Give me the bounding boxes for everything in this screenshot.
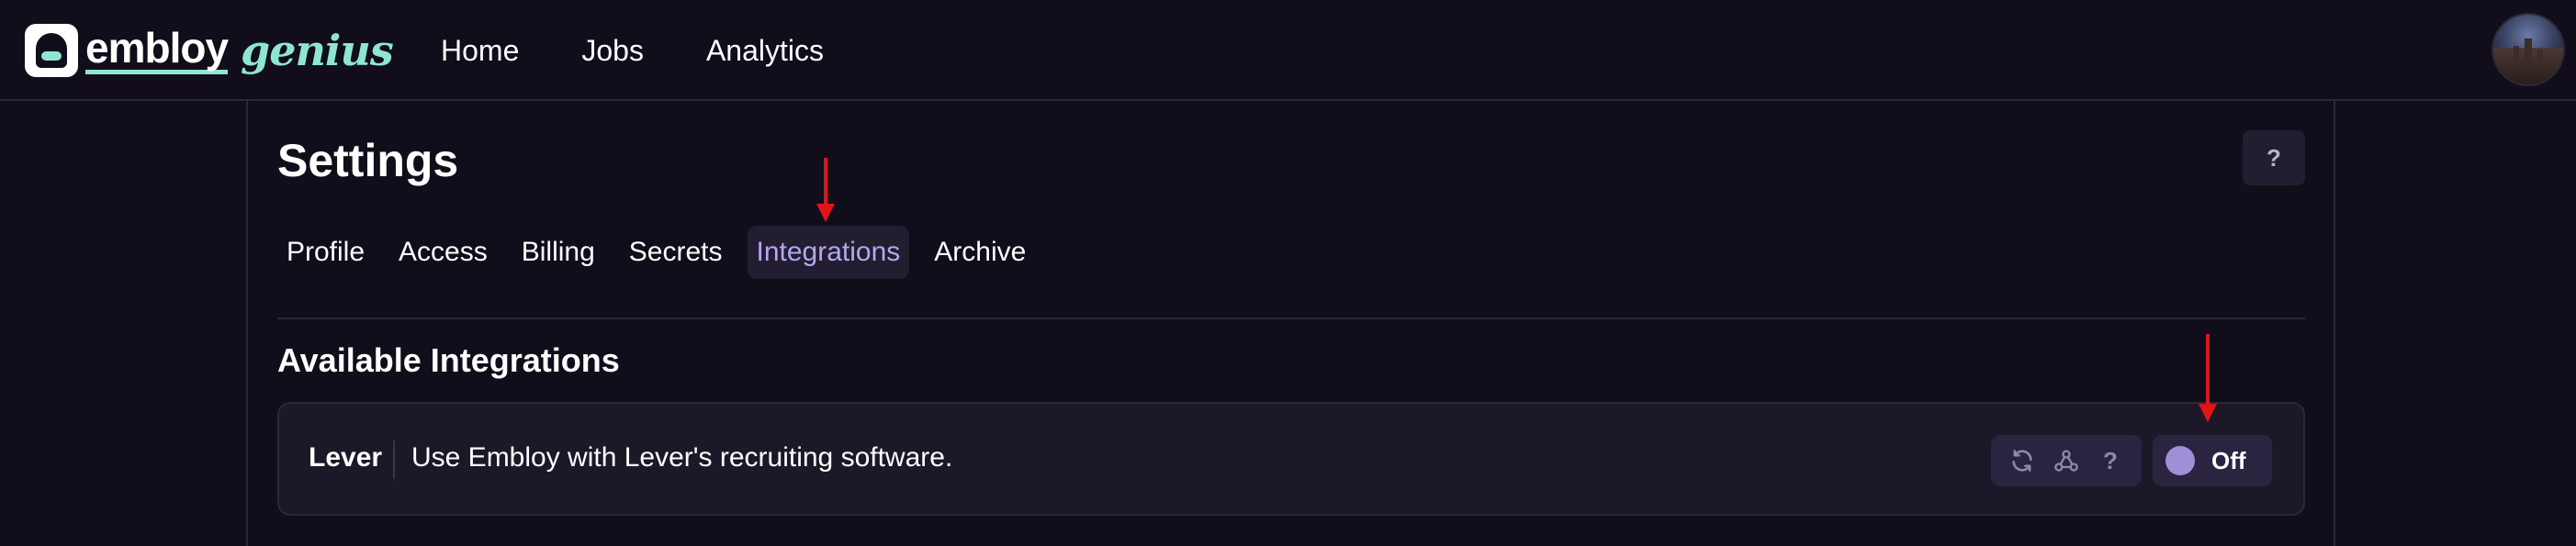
section-title: Available Integrations	[277, 341, 620, 379]
settings-tabs: Profile Access Billing Secrets Integrati…	[277, 226, 1051, 279]
user-avatar[interactable]	[2492, 13, 2565, 86]
annotation-arrow-integrations-tab	[816, 158, 835, 222]
integration-toggle[interactable]: Off	[2153, 435, 2272, 486]
refresh-icon[interactable]	[2008, 446, 2037, 475]
annotation-arrow-toggle	[2199, 334, 2217, 422]
tab-secrets[interactable]: Secrets	[620, 226, 732, 279]
tab-archive[interactable]: Archive	[925, 226, 1035, 279]
toggle-knob	[2165, 446, 2195, 475]
top-navigation-bar: embloy genius Home Jobs Analytics	[0, 0, 2576, 101]
settings-panel: Settings ? Profile Access Billing Secret…	[246, 101, 2335, 546]
integration-description: Use Embloy with Lever's recruiting softw…	[411, 442, 953, 473]
brand-name: embloy	[85, 27, 229, 74]
help-button-label: ?	[2267, 143, 2281, 172]
brand-suffix: genius	[241, 26, 394, 75]
tab-access[interactable]: Access	[389, 226, 497, 279]
toggle-state-label: Off	[2211, 446, 2246, 474]
integration-actions: ?	[1991, 435, 2142, 486]
logo-mark-icon	[25, 24, 78, 77]
help-button[interactable]: ?	[2243, 130, 2305, 185]
tab-billing[interactable]: Billing	[512, 226, 604, 279]
tab-profile[interactable]: Profile	[277, 226, 374, 279]
page-title: Settings	[277, 135, 459, 186]
main-nav: Home Jobs Analytics	[441, 28, 886, 73]
integration-name-divider	[393, 440, 395, 479]
help-icon[interactable]: ?	[2096, 446, 2125, 475]
section-divider	[277, 318, 2305, 319]
integration-name: Lever	[309, 442, 383, 473]
nav-item-jobs[interactable]: Jobs	[581, 28, 644, 73]
integration-card-lever: Lever Use Embloy with Lever's recruiting…	[277, 402, 2305, 516]
nav-item-analytics[interactable]: Analytics	[706, 28, 824, 73]
brand-logo[interactable]: embloy genius	[25, 22, 394, 79]
nav-item-home[interactable]: Home	[441, 28, 519, 73]
tab-integrations[interactable]: Integrations	[747, 226, 910, 279]
webhook-icon[interactable]	[2052, 446, 2081, 475]
